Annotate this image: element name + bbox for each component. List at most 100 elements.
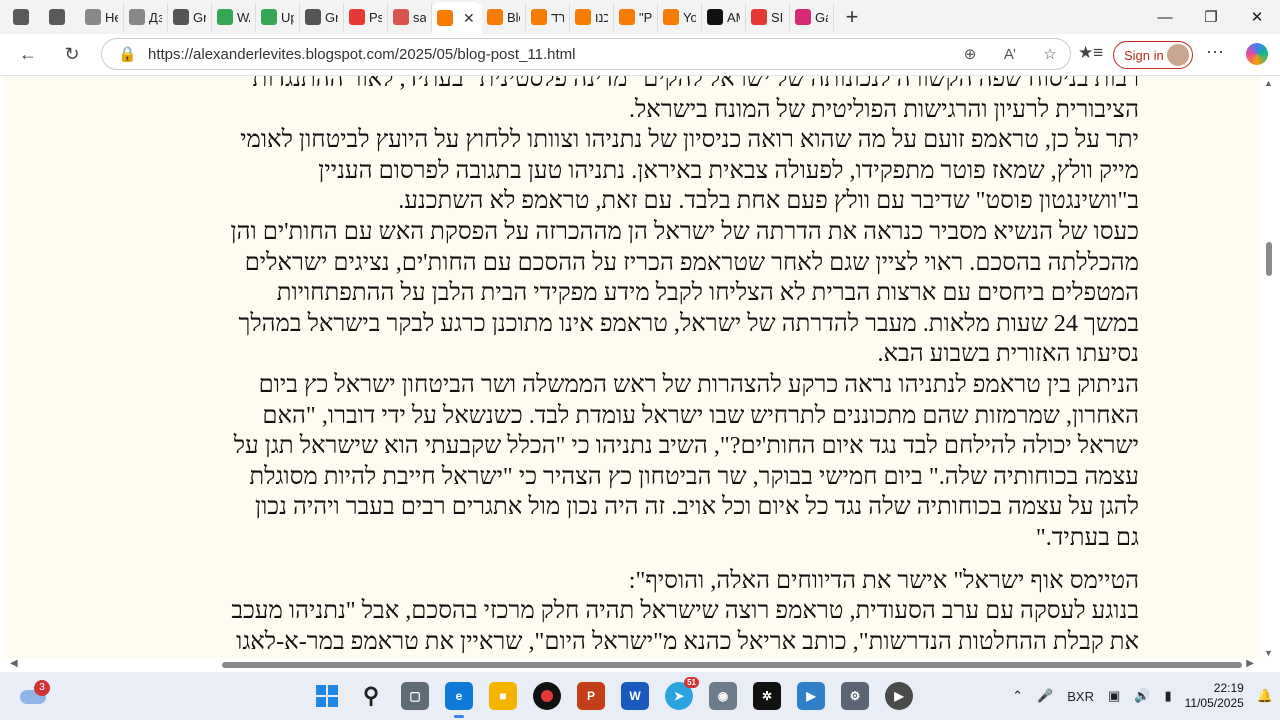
telegram-icon[interactable]: ➤ 51 xyxy=(665,677,699,710)
taskbar: 3 ⚲ ▢ e ■ P W ➤ 51 ◉ ✲ ▶ ⚙ ▶ ⌃ 🎤 BXR ▣ 🔊 … xyxy=(0,672,1280,720)
gray-plus-icon xyxy=(129,9,145,25)
browser-tab[interactable]: sas- xyxy=(388,3,432,31)
tab-bar: Нef Дзе Gro WAF Uplc Gro Psin sas- ✕ Blog מרד טכנו "… xyxy=(0,0,1280,34)
volume-icon[interactable]: 🔊 xyxy=(1127,688,1157,704)
start-button[interactable] xyxy=(313,682,341,710)
avatar xyxy=(1167,44,1189,66)
browser-tab[interactable]: AMU xyxy=(702,3,746,31)
edge-icon[interactable]: e xyxy=(445,682,473,718)
copilot-icon[interactable] xyxy=(1246,43,1268,65)
green-play-icon xyxy=(217,9,233,25)
scroll-left-icon[interactable]: ◀ xyxy=(10,658,18,669)
article-line: הניתוק בין טראמפ לנתניהו נראה כרקע להצהר… xyxy=(258,370,1139,398)
network-icon[interactable]: ▣ xyxy=(1101,688,1127,704)
green-play-icon xyxy=(261,9,277,25)
sign-in-button[interactable]: Sign in xyxy=(1113,41,1193,69)
blogger-icon xyxy=(437,10,453,26)
new-tab-button[interactable]: + xyxy=(834,4,870,30)
read-aloud-icon[interactable]: A’ xyxy=(990,46,1030,63)
browser-tab[interactable]: Blog xyxy=(482,3,526,31)
article-line: ישראל יכולה להילחם לבד נגד איום החות'ים?… xyxy=(233,432,1139,460)
instagram-icon xyxy=(795,9,811,25)
browser-tab[interactable]: Gro xyxy=(300,3,344,31)
close-window-button[interactable]: ✕ xyxy=(1234,0,1280,34)
favorite-star-icon[interactable]: ☆ xyxy=(1030,45,1070,63)
language-indicator[interactable]: BXR xyxy=(1060,689,1101,704)
article-line: במשך 24 שעות מלאות. מעבר להדרתה של ישראל… xyxy=(238,309,1139,337)
url-text[interactable]: https://alexanderlevites.blogspot.com/20… xyxy=(148,46,950,63)
close-tab-icon[interactable]: ✕ xyxy=(463,10,475,27)
tab-label: SINA xyxy=(771,9,784,25)
browser-tab[interactable]: Gro xyxy=(168,3,212,31)
back-arrow-icon: ← xyxy=(19,44,37,64)
browser-tab[interactable]: "Par xyxy=(614,3,658,31)
refresh-button[interactable]: ↻ xyxy=(52,38,92,72)
browser-tab[interactable]: Your xyxy=(658,3,702,31)
file-explorer-icon[interactable]: ■ xyxy=(489,682,517,710)
browser-tab[interactable] xyxy=(8,3,44,31)
article-line: מהכללתה בהסכם. ראוי לציין שגם לאחר שטראמ… xyxy=(244,248,1139,276)
settings-gear-icon[interactable]: ⚙ xyxy=(841,682,869,710)
address-bar[interactable]: 🔒 https://alexanderlevites.blogspot.com/… xyxy=(101,38,1071,70)
vertical-scrollbar[interactable]: ▲ ▼ xyxy=(1262,76,1276,658)
browser-tab[interactable]: SINA xyxy=(746,3,790,31)
scroll-down-icon[interactable]: ▼ xyxy=(1264,648,1273,658)
perplexity-icon[interactable]: ✲ xyxy=(753,682,781,710)
minimize-button[interactable]: — xyxy=(1142,0,1188,34)
browser-tab[interactable]: ✕ xyxy=(432,2,482,34)
scroll-right-icon[interactable]: ▶ xyxy=(1246,658,1254,669)
clock-time: 22:19 xyxy=(1213,681,1244,695)
weather-badge: 3 xyxy=(34,680,50,696)
chevron-up-icon[interactable]: ⌃ xyxy=(1005,688,1030,704)
yandex-icon xyxy=(751,9,767,25)
tab-label: מרד xyxy=(551,9,564,25)
battery-icon[interactable]: ▮ xyxy=(1157,688,1178,704)
article-line: מייק וולץ, שמאז פוטר מתפקידו, לפעולה צבא… xyxy=(318,156,1139,184)
browser-tab[interactable] xyxy=(44,3,80,31)
media-player-icon[interactable]: ▶ xyxy=(797,682,825,710)
powerpoint-icon[interactable]: P xyxy=(577,682,605,710)
horizontal-scroll-thumb[interactable] xyxy=(222,662,1242,668)
window-controls: — ❐ ✕ xyxy=(1142,0,1280,34)
record-icon[interactable] xyxy=(533,682,561,710)
play-circle-icon[interactable]: ▶ xyxy=(885,682,913,710)
article-line: הציבורית לרעיון והרגישות הפוליטית של המו… xyxy=(628,95,1139,123)
search-icon[interactable]: ⚲ xyxy=(357,682,385,710)
tab-label: טכנו xyxy=(595,9,608,25)
weather-widget[interactable]: 3 xyxy=(18,680,50,710)
browser-tab[interactable]: Нef xyxy=(80,3,124,31)
gray-plus-icon xyxy=(85,9,101,25)
browser-tab[interactable]: Uplc xyxy=(256,3,300,31)
camera-icon[interactable]: ◉ xyxy=(709,682,737,710)
pdf-icon xyxy=(393,9,409,25)
vertical-scroll-thumb[interactable] xyxy=(1266,242,1272,276)
blogger-icon xyxy=(531,9,547,25)
zoom-icon[interactable]: ⊕ xyxy=(950,45,990,63)
browser-tab[interactable]: Дзе xyxy=(124,3,168,31)
horizontal-scrollbar[interactable]: ◀ ▶ xyxy=(4,658,1260,672)
task-view-icon[interactable]: ▢ xyxy=(401,682,429,710)
x-logo-icon xyxy=(173,9,189,25)
browser-tab[interactable]: WAF xyxy=(212,3,256,31)
tab-actions-icon xyxy=(49,9,65,25)
tab-label: Дзе xyxy=(149,9,162,25)
tab-label: WAF xyxy=(237,9,250,25)
article-line: ב"וושינגטון פוסט" שדיבר עם וולץ פעם אחת … xyxy=(398,187,1139,215)
tab-label: sas- xyxy=(413,9,426,25)
favorites-icon[interactable]: ★≡ xyxy=(1078,43,1103,63)
notification-icon[interactable]: 🔔 xyxy=(1250,688,1280,704)
browser-tab[interactable]: Psin xyxy=(344,3,388,31)
word-icon[interactable]: W xyxy=(621,682,649,710)
article-line: הטיימס אוף ישראל" אישר את הדיווחים האלה,… xyxy=(628,566,1139,594)
browser-tab[interactable]: Gal xyxy=(790,3,834,31)
browser-tab[interactable]: טכנו xyxy=(570,3,614,31)
microphone-icon[interactable]: 🎤 xyxy=(1030,688,1060,704)
scroll-up-icon[interactable]: ▲ xyxy=(1264,78,1273,88)
browser-tab[interactable]: מרד xyxy=(526,3,570,31)
back-button[interactable]: ← xyxy=(8,38,48,72)
restore-button[interactable]: ❐ xyxy=(1188,0,1234,34)
more-menu-icon[interactable]: ⋯ xyxy=(1206,42,1224,63)
tab-label: Your xyxy=(683,9,696,25)
sign-in-label: Sign in xyxy=(1124,47,1164,63)
clock[interactable]: 22:19 11/05/2025 xyxy=(1179,681,1250,711)
